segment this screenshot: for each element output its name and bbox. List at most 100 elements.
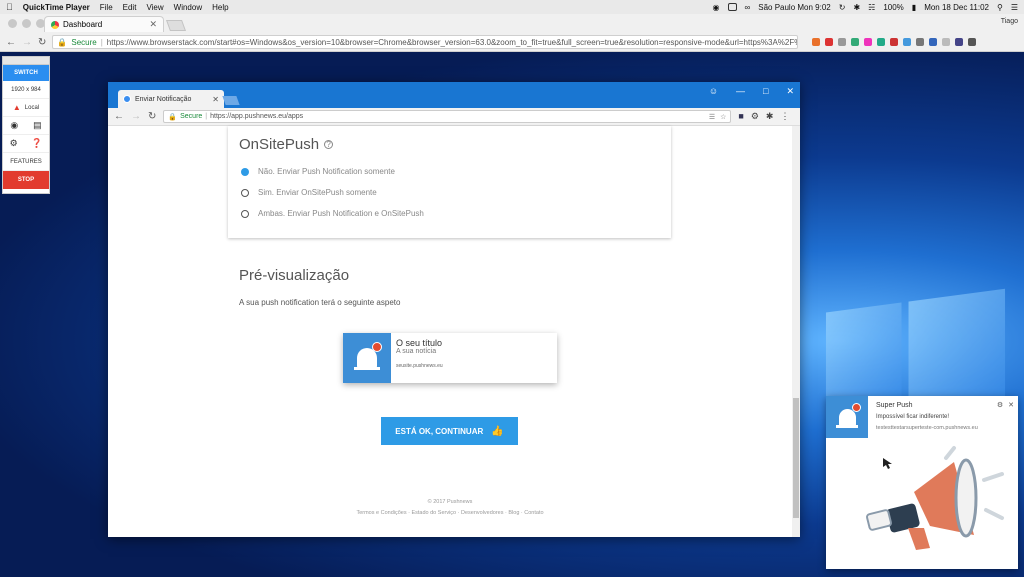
lock-icon: 🔒 [57, 38, 67, 47]
extension-icon[interactable] [890, 38, 898, 46]
outer-browser: Dashboard ✕ Tiago ← → ↻ 🔒 Secure | https… [0, 14, 1024, 52]
notification-dot-icon [372, 342, 382, 352]
layers-icon[interactable]: ▤ [33, 120, 42, 131]
close-tab-icon[interactable]: ✕ [149, 19, 157, 30]
local-testing-button[interactable]: ▲ Local [3, 99, 49, 117]
resolution-button[interactable]: 1920 x 984 [3, 81, 49, 99]
address-bar[interactable]: 🔒 Secure | https://www.browserstack.com/… [52, 35, 798, 49]
extension-icon[interactable] [877, 38, 885, 46]
page-scrollbar[interactable] [792, 126, 800, 537]
megaphone-icon [826, 440, 1018, 569]
extension-icon[interactable] [916, 38, 924, 46]
stop-button[interactable]: STOP [3, 171, 49, 189]
new-tab-button[interactable] [166, 20, 186, 31]
chrome-menu-icon[interactable]: ⋮ [780, 111, 789, 122]
scrollbar-thumb[interactable] [793, 398, 799, 518]
location-time[interactable]: São Paulo Mon 9:02 [758, 3, 831, 12]
extension-icon[interactable]: ✱ [766, 111, 774, 122]
radio-option-push-only[interactable]: Não. Enviar Push Notification somente [239, 167, 660, 176]
apple-icon[interactable]:  [6, 2, 13, 12]
menu-file[interactable]: File [100, 3, 113, 12]
forward-icon[interactable]: → [22, 37, 32, 48]
address-bar[interactable]: 🔒 Secure | https://app.pushnews.eu/apps … [163, 110, 731, 123]
minimize-icon[interactable]: — [736, 86, 745, 97]
tab-enviar-notificacao[interactable]: Enviar Notificação ✕ [118, 90, 224, 108]
radio-button-selected[interactable] [241, 168, 249, 176]
camera-icon[interactable]: ◉ [10, 120, 18, 131]
pushnews-favicon-icon [123, 95, 131, 103]
radio-option-onsite-only[interactable]: Sim. Enviar OnSitePush somente [239, 188, 660, 197]
extension-icon[interactable]: ⚙ [751, 111, 759, 122]
switch-button[interactable]: SWITCH [3, 65, 49, 81]
gear-icon[interactable]: ⚙ [10, 138, 18, 149]
menu-list-icon[interactable]: ☰ [1011, 3, 1018, 12]
extension-icon[interactable]: ■ [738, 111, 743, 122]
close-icon[interactable]: ✕ [786, 86, 794, 97]
menu-window[interactable]: Window [174, 3, 202, 12]
profile-name[interactable]: Tiago [1001, 18, 1018, 25]
extension-icon[interactable] [955, 38, 963, 46]
reload-icon[interactable]: ↻ [148, 111, 156, 122]
panel-drag-handle[interactable] [3, 57, 49, 65]
chrome-menu-icon[interactable] [968, 38, 976, 46]
extension-icon[interactable] [864, 38, 872, 46]
extension-icon[interactable] [903, 38, 911, 46]
app-name[interactable]: QuickTime Player [23, 3, 90, 12]
reload-icon[interactable]: ↻ [38, 37, 46, 48]
url-text[interactable]: https://www.browserstack.com/start#os=Wi… [107, 38, 799, 47]
preview-subtitle: A sua push notification terá o seguinte … [239, 298, 400, 307]
close-icon[interactable]: ✕ [1008, 401, 1014, 409]
continue-button[interactable]: ESTÁ OK, CONTINUAR 👍 [381, 417, 518, 445]
battery-percent[interactable]: 100% [883, 3, 903, 12]
features-button[interactable]: FEATURES [3, 153, 49, 171]
close-window-button[interactable] [8, 19, 17, 28]
datetime[interactable]: Mon 18 Dec 11:02 [924, 3, 989, 12]
radio-button[interactable] [241, 210, 249, 218]
extension-icon[interactable] [812, 38, 820, 46]
bookmark-star-icon[interactable]: ☆ [720, 113, 726, 121]
menu-edit[interactable]: Edit [123, 3, 137, 12]
url-text[interactable]: https://app.pushnews.eu/apps [210, 113, 303, 120]
footer-links[interactable]: Termos e Condições · Estado do Serviço ·… [108, 510, 792, 516]
back-icon[interactable]: ← [6, 37, 16, 48]
link-icon[interactable]: ∞ [745, 3, 751, 12]
desktop-notification[interactable]: Super Push Impossível ficar indiferente!… [826, 396, 1018, 569]
radio-label: Ambas. Enviar Push Notification e OnSite… [258, 209, 424, 218]
notification-icon-box [343, 333, 391, 383]
minimize-window-button[interactable] [22, 19, 31, 28]
menu-help[interactable]: Help [212, 3, 228, 12]
tab-dashboard[interactable]: Dashboard ✕ [44, 16, 164, 32]
battery-icon[interactable]: ▮ [912, 3, 916, 12]
profile-icon[interactable]: ☺ [709, 86, 718, 97]
inner-browser-window: Enviar Notificação ✕ ☺ — □ ✕ ← → ↻ 🔒 Sec… [108, 82, 800, 537]
url-separator: | [101, 38, 103, 47]
wifi-icon[interactable]: ☵ [868, 3, 875, 12]
radio-button[interactable] [241, 189, 249, 197]
menu-view[interactable]: View [146, 3, 163, 12]
extension-icon[interactable] [825, 38, 833, 46]
record-icon[interactable]: ◉ [713, 3, 720, 12]
maximize-icon[interactable]: □ [763, 86, 768, 97]
extension-icon[interactable] [851, 38, 859, 46]
screen-icon[interactable] [728, 3, 737, 11]
tab-title: Enviar Notificação [135, 96, 191, 103]
close-tab-icon[interactable]: ✕ [212, 95, 219, 104]
search-icon[interactable]: ⚲ [997, 3, 1003, 12]
forward-icon[interactable]: → [131, 111, 141, 122]
extension-icon[interactable] [929, 38, 937, 46]
new-tab-button[interactable] [222, 96, 239, 105]
history-icon[interactable]: ↻ [839, 3, 846, 12]
back-icon[interactable]: ← [114, 111, 124, 122]
settings-gear-icon[interactable]: ⚙ [997, 401, 1003, 409]
help-icon[interactable]: ❓ [31, 138, 42, 149]
extension-icon[interactable] [942, 38, 950, 46]
notification-controls: ⚙ ✕ [997, 401, 1014, 409]
help-icon[interactable]: ? [324, 140, 333, 149]
extension-icon[interactable] [838, 38, 846, 46]
radio-option-both[interactable]: Ambas. Enviar Push Notification e OnSite… [239, 209, 660, 218]
features-label: FEATURES [10, 159, 42, 165]
browserstack-panel: SWITCH 1920 x 984 ▲ Local ◉ ▤ ⚙ ❓ FEATUR… [2, 56, 50, 194]
translate-icon[interactable]: ☰ [709, 113, 715, 121]
bluetooth-icon[interactable]: ✱ [853, 3, 860, 12]
notification-title: Super Push [876, 402, 978, 409]
